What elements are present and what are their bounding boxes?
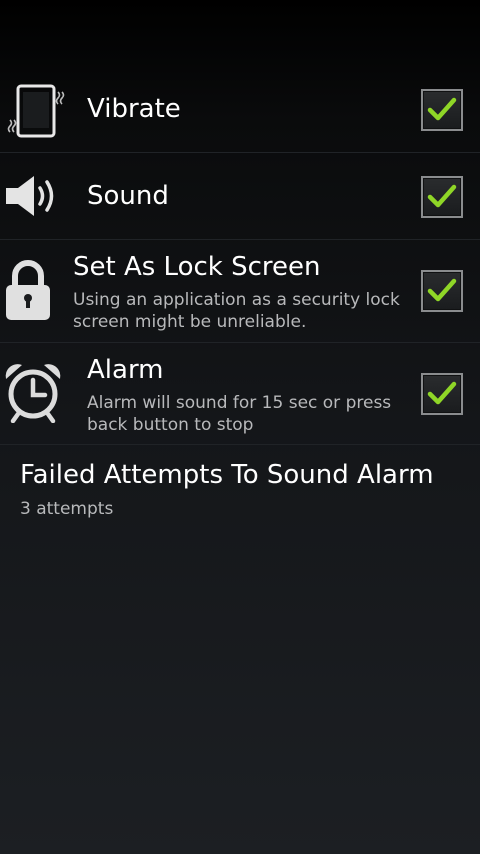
alarm-checkbox[interactable] bbox=[421, 373, 463, 415]
pref-alarm-summary: Alarm will sound for 15 sec or press bac… bbox=[87, 393, 392, 435]
checkmark-icon bbox=[427, 381, 457, 405]
pref-alarm[interactable]: Alarm Alarm will sound for 15 sec or pre… bbox=[0, 343, 480, 444]
checkmark-icon bbox=[427, 97, 457, 121]
checkmark-icon bbox=[427, 278, 457, 302]
lock-screen-checkbox[interactable] bbox=[421, 270, 463, 312]
pref-failed-attempts[interactable]: Failed Attempts To Sound Alarm 3 attempt… bbox=[0, 445, 480, 535]
pref-sound-title: Sound bbox=[87, 181, 169, 211]
pref-failed-attempts-title: Failed Attempts To Sound Alarm bbox=[20, 460, 434, 490]
speaker-icon bbox=[4, 171, 60, 225]
pref-sound[interactable]: Sound bbox=[0, 153, 480, 239]
vibrate-phone-icon bbox=[6, 82, 68, 144]
pref-alarm-title: Alarm bbox=[87, 355, 164, 385]
pref-lock-screen-title: Set As Lock Screen bbox=[73, 252, 321, 282]
pref-failed-attempts-summary: 3 attempts bbox=[20, 499, 114, 519]
vibrate-checkbox[interactable] bbox=[421, 89, 463, 131]
pref-lock-screen-summary: Using an application as a security lock … bbox=[73, 290, 400, 332]
pref-vibrate-title: Vibrate bbox=[87, 94, 181, 124]
pref-vibrate[interactable]: Vibrate bbox=[0, 68, 480, 152]
alarm-clock-icon bbox=[2, 361, 64, 427]
checkmark-icon bbox=[427, 184, 457, 208]
padlock-icon bbox=[4, 260, 52, 326]
pref-lock-screen[interactable]: Set As Lock Screen Using an application … bbox=[0, 240, 480, 342]
sound-checkbox[interactable] bbox=[421, 176, 463, 218]
